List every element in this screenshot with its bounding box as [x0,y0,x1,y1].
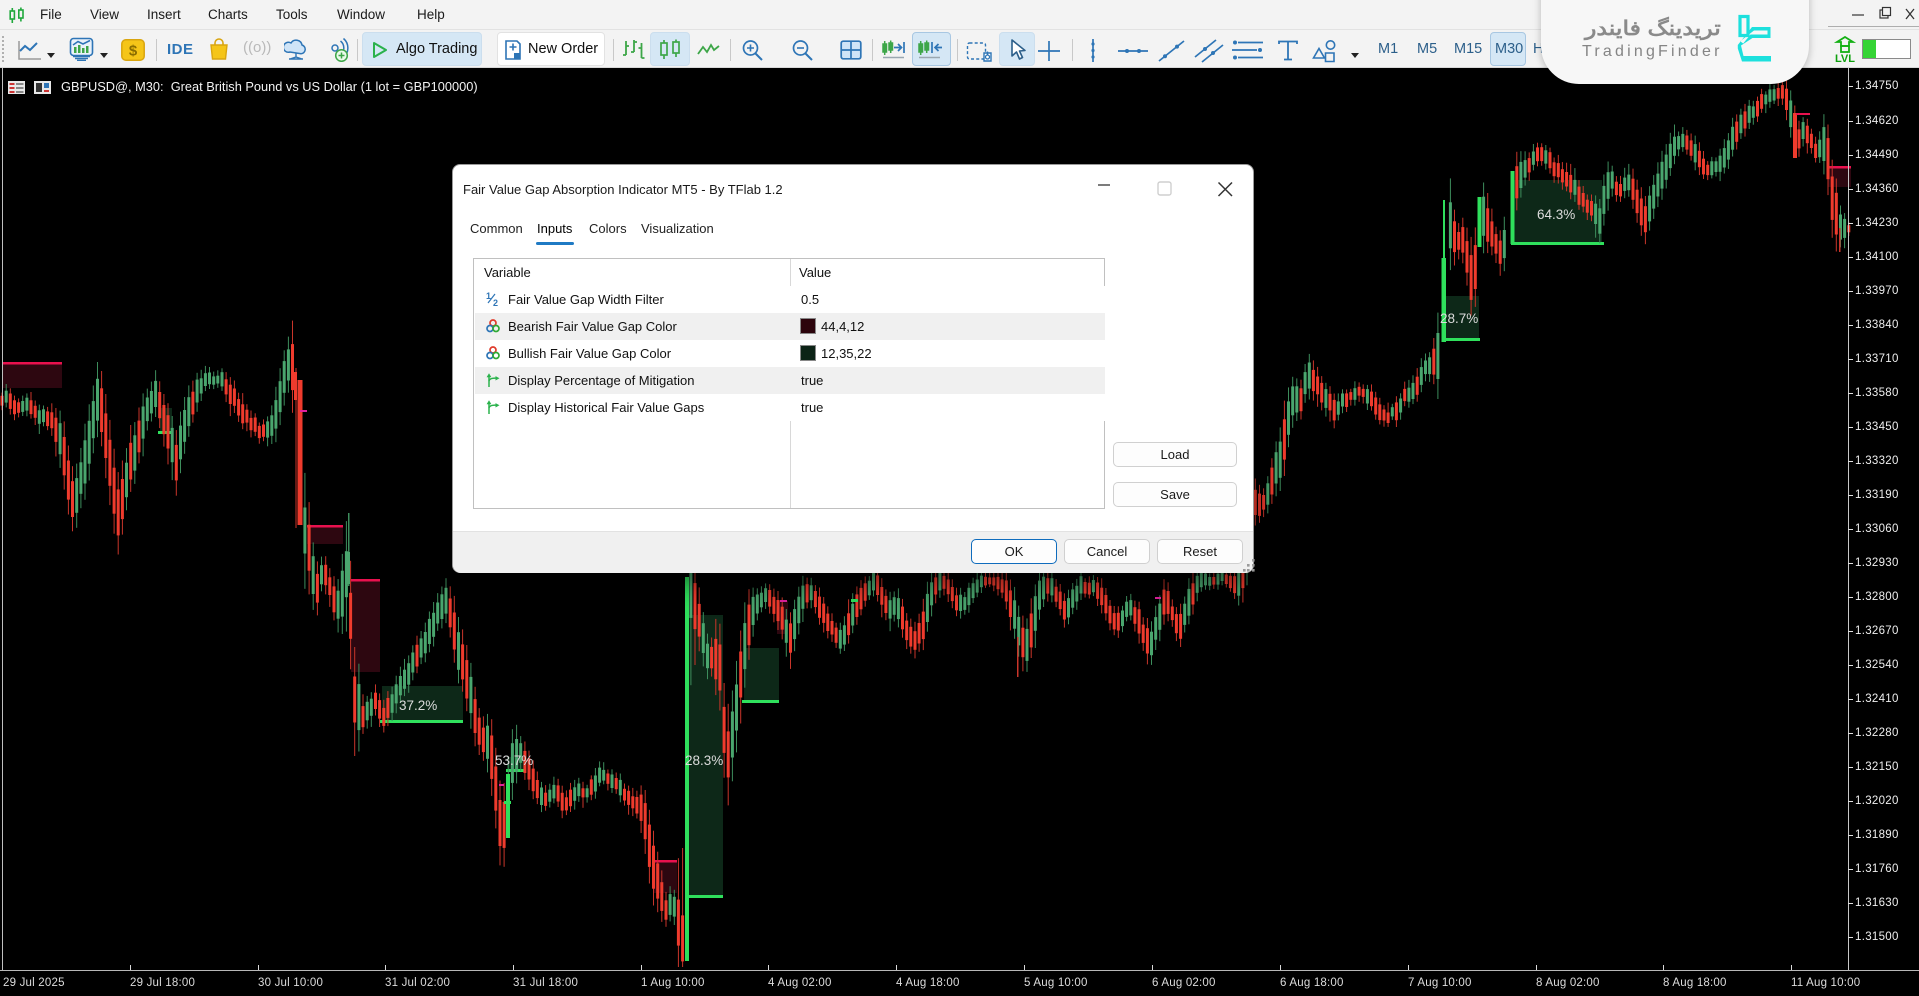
svg-text:37.2%: 37.2% [399,698,437,713]
svg-text:28.3%: 28.3% [685,753,723,768]
svg-text:64.3%: 64.3% [1537,207,1575,222]
svg-text:53.7%: 53.7% [495,753,533,768]
svg-text:LVL: LVL [1835,53,1855,63]
svg-text:28.7%: 28.7% [1440,311,1478,326]
svg-text:2: 2 [493,298,498,307]
svg-text:$: $ [129,43,138,60]
